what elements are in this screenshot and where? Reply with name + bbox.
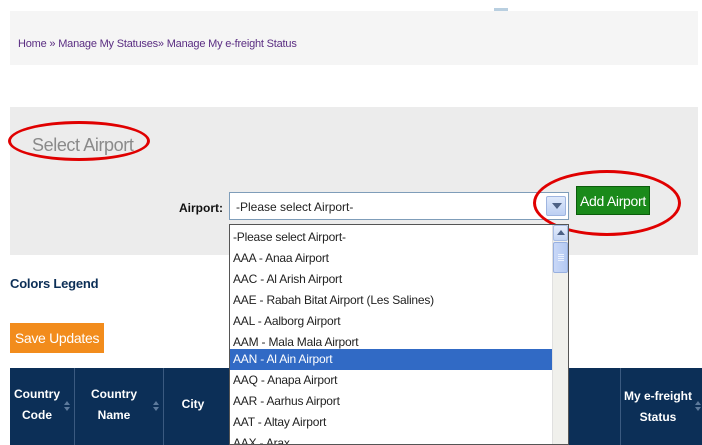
breadcrumb-home-link[interactable]: Home [18,38,47,50]
dropdown-option[interactable]: AAR - Aarhus Airport [230,391,553,412]
column-header-efreight-status[interactable]: My e-freight Status [620,368,702,445]
airport-select-value: -Please select Airport- [236,200,354,214]
breadcrumb-bar: Home » Manage My Statuses» Manage My e-f… [10,11,698,65]
breadcrumb-current: Manage My e-freight Status [166,38,297,50]
breadcrumb-statuses-link[interactable]: Manage My Statuses [58,38,158,50]
header-line: Status [639,410,677,424]
dropdown-option[interactable]: AAT - Altay Airport [230,412,553,433]
column-header-country-name[interactable]: Country Name [75,368,164,445]
dropdown-option-highlighted[interactable]: AAN - Al Ain Airport [230,349,553,370]
airport-select[interactable]: -Please select Airport- [229,192,569,220]
breadcrumb: Home » Manage My Statuses» Manage My e-f… [18,38,297,50]
dropdown-scrollbar[interactable] [552,225,568,444]
header-line: Country [91,387,137,401]
dropdown-option[interactable]: AAQ - Anapa Airport [230,370,553,391]
header-line: City [181,397,205,411]
breadcrumb-separator: » [49,38,56,50]
column-header-city[interactable]: City [164,368,232,445]
scroll-up-icon[interactable] [553,225,568,241]
sort-icon[interactable] [64,401,70,411]
header-line: My e-freight [623,389,692,403]
header-line: Name [97,408,131,422]
sort-icon[interactable] [695,401,701,411]
dropdown-option[interactable]: AAC - Al Arish Airport [230,269,553,290]
scroll-thumb[interactable] [553,242,568,273]
header-line: Country [14,387,60,401]
sort-icon[interactable] [153,401,159,411]
breadcrumb-separator: » [157,38,164,50]
dropdown-option[interactable]: AAE - Rabah Bitat Airport (Les Salines) [230,290,553,311]
header-line: Code [22,408,52,422]
colors-legend-title: Colors Legend [10,276,99,291]
airport-label: Airport: [179,201,223,215]
column-header-country-code[interactable]: Country Code [10,368,75,445]
save-updates-button[interactable]: Save Updates [10,323,104,353]
dropdown-option[interactable]: -Please select Airport- [230,227,553,248]
airport-dropdown-list[interactable]: -Please select Airport- AAA - Anaa Airpo… [229,224,569,445]
dropdown-option[interactable]: AAX - Arax [230,433,553,444]
annotation-circle-title [8,121,150,161]
dropdown-option[interactable]: AAA - Anaa Airport [230,248,553,269]
dropdown-option[interactable]: AAL - Aalborg Airport [230,311,553,332]
